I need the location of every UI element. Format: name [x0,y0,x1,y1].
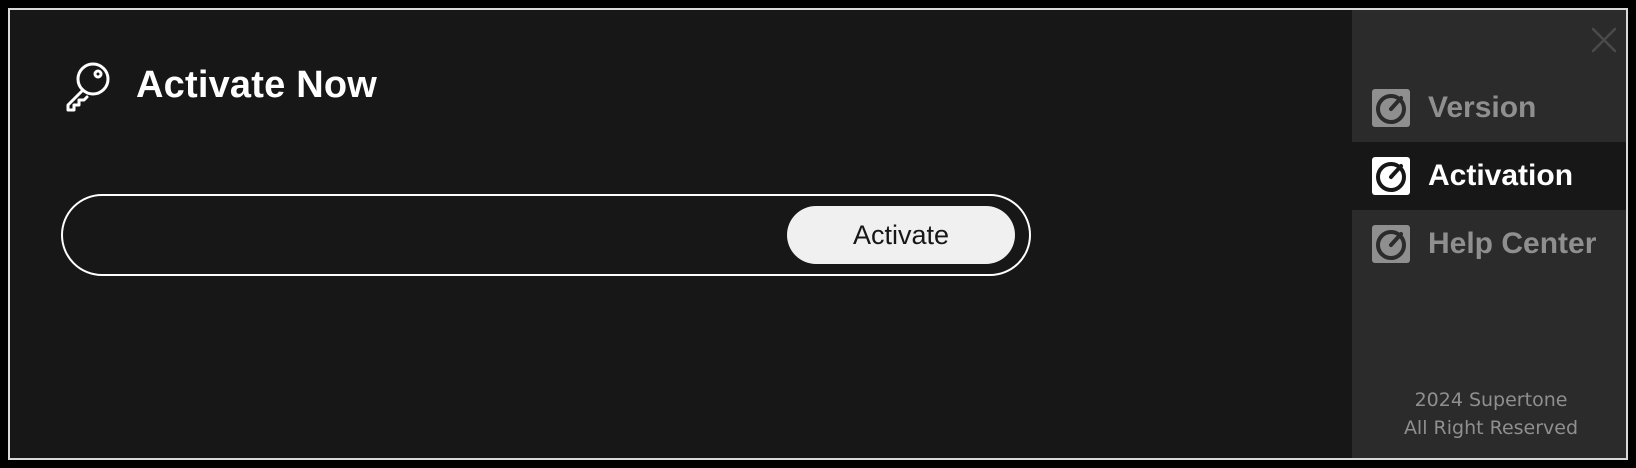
sidebar-item-activation[interactable]: Activation [1352,142,1626,210]
activation-window: Activate Now Activate Version Activation… [0,0,1636,468]
copyright-footer: 2024 Supertone All Right Reserved [1352,386,1626,442]
footer-line: All Right Reserved [1403,417,1579,439]
sidebar-item-label: Activation [1428,159,1574,192]
sidebar-item-help-center[interactable]: Help Center [1352,210,1626,278]
activate-button[interactable]: Activate [787,206,1015,264]
activation-code-input[interactable] [93,210,777,262]
dial-icon [1372,157,1410,195]
close-icon[interactable] [1584,20,1624,60]
sidebar-item-version[interactable]: Version [1352,74,1626,142]
dial-icon [1372,89,1410,127]
dial-icon [1372,225,1410,263]
main-panel: Activate Now Activate [10,10,1352,458]
key-icon [60,57,116,113]
title-row: Activate Now [60,57,378,113]
sidebar-item-label: Version [1428,91,1537,124]
sidebar-item-label: Help Center [1428,227,1597,260]
sidebar: Version Activation Help Center 2024 Supe… [1352,10,1626,458]
activation-code-field: Activate [61,194,1031,276]
page-title: Activate Now [136,63,378,106]
footer-line: 2024 Supertone [1414,389,1568,411]
window-frame: Activate Now Activate Version Activation… [8,8,1628,460]
sidebar-nav: Version Activation Help Center [1352,74,1626,278]
